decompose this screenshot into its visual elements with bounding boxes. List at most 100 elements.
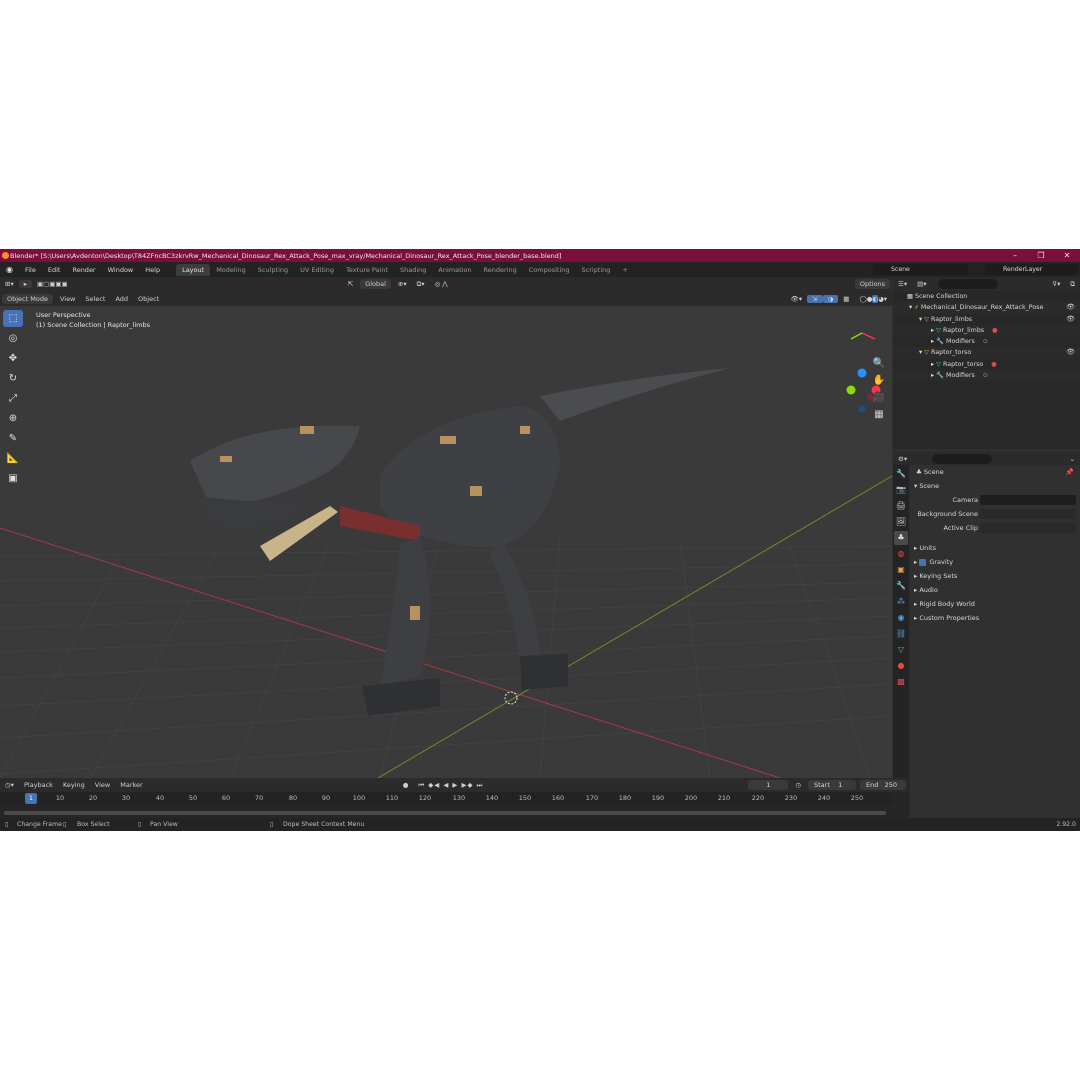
texture-tab-icon[interactable]: ▩ bbox=[894, 675, 908, 689]
tab-uv-editing[interactable]: UV Editing bbox=[294, 264, 340, 276]
outliner-row[interactable]: ▸ 🔧 Modifiers ⊙ bbox=[893, 370, 1080, 382]
audio-panel[interactable]: ▸ Audio bbox=[910, 583, 1080, 597]
scale-tool-icon[interactable]: ⤢ bbox=[3, 390, 23, 407]
object-tab-icon[interactable]: ▣ bbox=[894, 563, 908, 577]
keying-sets-panel[interactable]: ▸ Keying Sets bbox=[910, 569, 1080, 583]
current-frame-field[interactable]: 1 bbox=[748, 780, 789, 790]
visibility-eye-icon[interactable]: 👁 bbox=[1066, 314, 1075, 325]
select-tool-icon[interactable]: ▸ bbox=[18, 280, 32, 288]
menu-file[interactable]: File bbox=[19, 266, 42, 274]
menu-timeline-view[interactable]: View bbox=[90, 781, 115, 789]
units-panel[interactable]: ▸ Units bbox=[910, 541, 1080, 555]
tab-scripting[interactable]: Scripting bbox=[576, 264, 617, 276]
minimize-button[interactable]: – bbox=[1002, 249, 1028, 262]
data-tab-icon[interactable]: ▽ bbox=[894, 643, 908, 657]
constraints-tab-icon[interactable]: ⛓ bbox=[894, 627, 908, 641]
visibility-eye-icon[interactable]: 👁 bbox=[1066, 302, 1075, 313]
output-tab-icon[interactable]: 🖨 bbox=[894, 499, 908, 513]
blender-menu-icon[interactable]: ◉ bbox=[0, 265, 19, 274]
tab-texture-paint[interactable]: Texture Paint bbox=[340, 264, 394, 276]
tab-compositing[interactable]: Compositing bbox=[523, 264, 576, 276]
menu-window[interactable]: Window bbox=[102, 266, 140, 274]
add-workspace-button[interactable]: + bbox=[616, 264, 633, 276]
menu-help[interactable]: Help bbox=[139, 266, 166, 274]
background-scene-field[interactable] bbox=[980, 509, 1076, 519]
pivot-icon[interactable]: ⊕▾ bbox=[393, 280, 412, 288]
editor-type-icon[interactable]: ⊞▾ bbox=[0, 280, 19, 288]
properties-search-input[interactable] bbox=[932, 453, 993, 464]
frame-ruler[interactable]: 1 10 20 30 40 50 60 70 80 90 100 110 120… bbox=[0, 792, 892, 805]
scene-selector[interactable]: Scene bbox=[873, 264, 968, 275]
filter-icon[interactable]: ⊽▾ bbox=[1047, 280, 1065, 288]
gizmo-toggle-icon[interactable]: ⇲ bbox=[807, 294, 823, 303]
menu-edit[interactable]: Edit bbox=[42, 266, 67, 274]
snap-icon[interactable]: ⧉▾ bbox=[412, 280, 430, 289]
menu-add[interactable]: Add bbox=[110, 295, 133, 303]
pin-icon[interactable]: 📌 bbox=[1066, 465, 1074, 479]
world-tab-icon[interactable]: ◍ bbox=[894, 547, 908, 561]
outliner-display-mode-icon[interactable]: ▤▾ bbox=[912, 280, 931, 288]
outliner-row[interactable]: ▸ ▽ Raptor_torso ● bbox=[893, 359, 1080, 370]
tab-shading[interactable]: Shading bbox=[394, 264, 432, 276]
proportional-edit-icon[interactable]: ◎ ⋀ bbox=[430, 280, 453, 288]
visibility-eye-icon[interactable]: 👁 bbox=[1066, 347, 1075, 358]
visibility-icon[interactable]: 👁▾ bbox=[786, 295, 808, 303]
material-tab-icon[interactable]: ● bbox=[894, 659, 908, 673]
menu-view[interactable]: View bbox=[55, 295, 80, 303]
shading-mode-icons[interactable]: ◯●◐◕▾ bbox=[854, 294, 892, 303]
particles-tab-icon[interactable]: ⁂ bbox=[894, 595, 908, 609]
outliner-row[interactable]: ▸ ▽ Raptor_limbs ● bbox=[893, 324, 1080, 337]
cursor-tool-icon[interactable]: ◎ bbox=[3, 330, 23, 347]
tool-tab-icon[interactable]: 🔧 bbox=[894, 467, 908, 481]
select-box-tool-icon[interactable]: ⬚ bbox=[3, 310, 23, 327]
view-layer-tab-icon[interactable]: 🖼 bbox=[894, 515, 908, 529]
tab-sculpting[interactable]: Sculpting bbox=[252, 264, 294, 276]
tab-rendering[interactable]: Rendering bbox=[478, 264, 523, 276]
render-tab-icon[interactable]: 📷 bbox=[894, 483, 908, 497]
current-frame-indicator[interactable]: 1 bbox=[25, 793, 37, 804]
overlays-toggle-icon[interactable]: ◑ bbox=[822, 294, 839, 303]
clock-icon[interactable]: ◷ bbox=[790, 781, 806, 789]
menu-object[interactable]: Object bbox=[133, 295, 164, 303]
outliner-row[interactable]: ▸ 🔧 Modifiers ⊙ bbox=[893, 336, 1080, 347]
render-layer-selector[interactable]: RenderLayer bbox=[985, 264, 1078, 275]
physics-tab-icon[interactable]: ◉ bbox=[894, 611, 908, 625]
modifiers-tab-icon[interactable]: 🔧 bbox=[894, 579, 908, 593]
camera-field[interactable] bbox=[980, 495, 1076, 505]
tab-animation[interactable]: Animation bbox=[432, 264, 477, 276]
close-button[interactable]: ✕ bbox=[1054, 249, 1080, 262]
pan-hand-icon[interactable]: ✋ bbox=[872, 375, 886, 392]
outliner-row[interactable]: ▾ ⸙ Mechanical_Dinosaur_Rex_Attack_Pose … bbox=[893, 302, 1080, 314]
new-collection-icon[interactable]: ⧉ bbox=[1065, 280, 1080, 289]
record-icon[interactable]: ● bbox=[398, 781, 414, 789]
annotate-tool-icon[interactable]: ✎ bbox=[3, 430, 23, 447]
properties-editor-icon[interactable]: ⚙▾ bbox=[893, 455, 912, 463]
gravity-checkbox[interactable] bbox=[919, 558, 927, 566]
gravity-panel[interactable]: ▸ Gravity bbox=[910, 555, 1080, 569]
move-tool-icon[interactable]: ✥ bbox=[3, 350, 23, 367]
3d-viewport[interactable]: ⬚ ◎ ✥ ↻ ⤢ ⊕ ✎ 📐 ▣ User Perspective (1) S… bbox=[0, 306, 892, 778]
properties-options-icon[interactable]: ⌄ bbox=[1065, 455, 1080, 463]
add-cube-tool-icon[interactable]: ▣ bbox=[3, 470, 23, 487]
object-mode-dropdown[interactable]: Object Mode bbox=[2, 293, 53, 304]
menu-render[interactable]: Render bbox=[66, 266, 101, 274]
options-dropdown[interactable]: Options bbox=[854, 279, 890, 289]
menu-keying[interactable]: Keying bbox=[58, 781, 90, 789]
scene-panel-header[interactable]: ▾ Scene bbox=[910, 479, 1080, 493]
menu-playback[interactable]: Playback bbox=[19, 781, 58, 789]
transform-tool-icon[interactable]: ⊕ bbox=[3, 410, 23, 427]
scene-tab-icon[interactable]: ♣ bbox=[894, 531, 908, 545]
measure-tool-icon[interactable]: 📐 bbox=[3, 450, 23, 467]
outliner-search-input[interactable] bbox=[937, 279, 998, 289]
playback-controls[interactable]: ⏮ ◆◀ ◀ ▶ ▶◆ ⏭ bbox=[413, 781, 488, 790]
transform-orientation-dropdown[interactable]: Global bbox=[360, 279, 391, 289]
outliner-row[interactable]: ▾ ▽ Raptor_torso 👁 bbox=[893, 347, 1080, 359]
tab-layout[interactable]: Layout bbox=[176, 263, 211, 276]
camera-view-icon[interactable]: 🎥 bbox=[872, 392, 886, 409]
maximize-button[interactable]: ❐ bbox=[1028, 249, 1054, 262]
ortho-grid-icon[interactable]: ▦ bbox=[872, 409, 886, 426]
timeline-scrollbar[interactable] bbox=[4, 811, 886, 815]
tab-modeling[interactable]: Modeling bbox=[210, 264, 252, 276]
menu-select[interactable]: Select bbox=[80, 295, 110, 303]
zoom-icon[interactable]: 🔍 bbox=[872, 358, 886, 375]
